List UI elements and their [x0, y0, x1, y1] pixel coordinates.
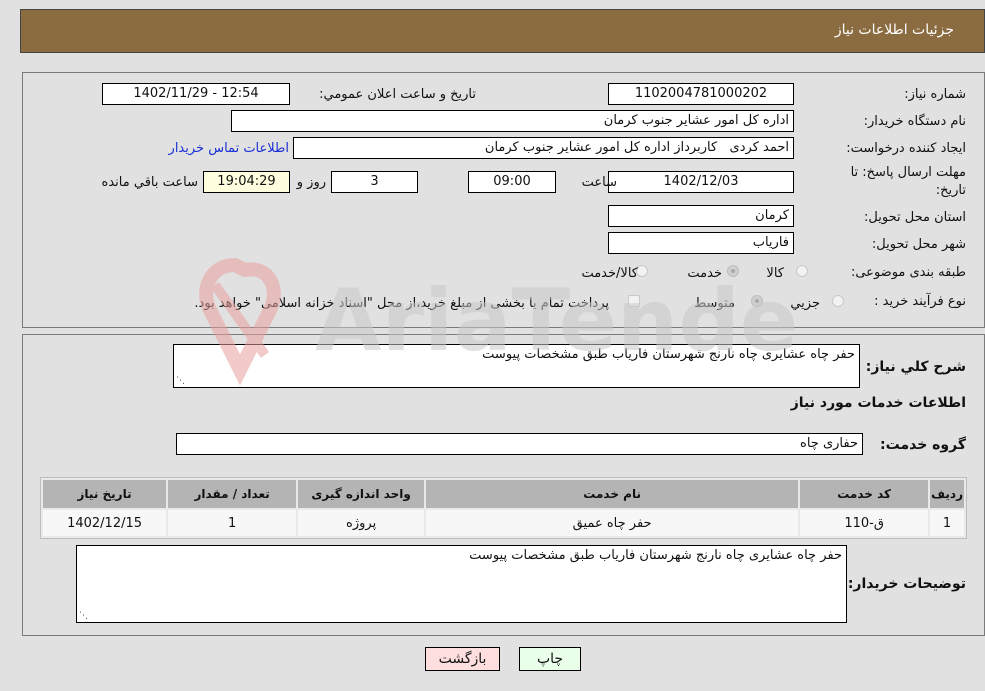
buyer-contact-link[interactable]: اطلاعات تماس خريدار	[169, 141, 289, 156]
city-label: شهر محل تحويل:	[871, 237, 966, 252]
buyer-notes-text: حفر چاه عشایری چاه نارنج شهرستان فاریاب …	[469, 548, 842, 563]
buyer-notes-label: توضيحات خريدار:	[847, 576, 966, 592]
province-field[interactable]: کرمان	[608, 205, 794, 227]
province-label: استان محل تحويل:	[864, 210, 966, 225]
services-panel: شرح کلي نياز: حفر چاه عشایری چاه نارنج ش…	[22, 334, 985, 636]
deadline-time-label: ساعت	[581, 175, 617, 190]
category-service-label: خدمت	[687, 266, 722, 281]
category-service-radio[interactable]	[727, 265, 739, 277]
category-label: طبقه بندی موضوعی:	[850, 265, 966, 280]
city-field[interactable]: فارياب	[608, 232, 794, 254]
cell-unit: پروژه	[298, 510, 425, 536]
cell-service-code: ق-110	[800, 510, 929, 536]
col-header-row-number: رديف	[930, 480, 964, 508]
description-textarea[interactable]: حفر چاه عشایری چاه نارنج شهرستان فاریاب …	[173, 344, 860, 388]
service-group-label: گروه خدمت:	[880, 437, 966, 453]
requester-label: ايجاد کننده درخواست:	[846, 141, 966, 156]
announce-datetime-label: تاریخ و ساعت اعلان عمومي:	[319, 87, 476, 102]
cell-service-name: حفر چاه عمیق	[426, 510, 799, 536]
description-label: شرح کلي نياز:	[865, 359, 966, 375]
treasury-payment-note: پرداخت تمام يا بخشی از مبلغ خريد،از محل …	[194, 296, 609, 311]
deadline-time-field[interactable]: 09:00	[468, 171, 556, 193]
need-number-field[interactable]: 1102004781000202	[608, 83, 794, 105]
cell-row-number: 1	[930, 510, 964, 536]
requester-field[interactable]: احمد کردی کاربرداز اداره کل امور عشایر ج…	[293, 137, 794, 159]
cell-quantity: 1	[168, 510, 297, 536]
purchase-small-radio[interactable]	[832, 295, 844, 307]
deadline-label-line1: مهلت ارسال پاسخ: تا	[850, 165, 966, 180]
remaining-time-field: 19:04:29	[203, 171, 290, 193]
category-goods-radio[interactable]	[796, 265, 808, 277]
service-group-field[interactable]: حفاری چاه	[176, 433, 863, 455]
col-header-need-date: تاريخ نياز	[43, 480, 167, 508]
treasury-payment-checkbox[interactable]	[628, 295, 640, 307]
purchase-small-label: جزيي	[790, 296, 820, 311]
services-section-title: اطلاعات خدمات مورد نياز	[790, 395, 966, 411]
need-number-label: شماره نیاز:	[904, 87, 966, 102]
purchase-medium-radio[interactable]	[751, 295, 763, 307]
buyer-notes-textarea[interactable]: حفر چاه عشایری چاه نارنج شهرستان فاریاب …	[76, 545, 847, 623]
col-header-quantity: تعداد / مقدار	[168, 480, 297, 508]
remaining-days-field[interactable]: 3	[331, 171, 418, 193]
col-header-unit: واحد اندازه گيری	[298, 480, 425, 508]
services-table: رديف کد خدمت نام خدمت واحد اندازه گيری ت…	[40, 477, 967, 539]
purchase-medium-label: متوسط	[694, 296, 735, 311]
days-label: روز و	[296, 175, 326, 190]
category-goods-label: کالا	[766, 266, 784, 281]
buyer-org-label: نام دستگاه خريدار:	[863, 114, 966, 129]
need-details-panel: شماره نیاز: 1102004781000202 تاریخ و ساع…	[22, 72, 985, 328]
purchase-type-label: نوع فرآيند خريد :	[874, 294, 966, 309]
description-text: حفر چاه عشایری چاه نارنج شهرستان فاریاب …	[482, 347, 855, 362]
buyer-org-field[interactable]: اداره کل امور عشایر جنوب کرمان	[231, 110, 794, 132]
cell-need-date: 1402/12/15	[43, 510, 167, 536]
announce-datetime-field[interactable]: 1402/11/29 - 12:54	[102, 83, 290, 105]
page-title: جزئیات اطلاعات نیاز	[834, 22, 954, 38]
resize-grip-icon[interactable]: ⋰	[79, 611, 88, 621]
col-header-service-name: نام خدمت	[426, 480, 799, 508]
table-row: 1 ق-110 حفر چاه عمیق پروژه 1 1402/12/15	[43, 510, 964, 536]
remaining-time-label: ساعت باقي مانده	[101, 175, 198, 190]
deadline-label-line2: تاريخ:	[935, 183, 966, 198]
category-goods-service-label: کالا/خدمت	[581, 266, 638, 281]
deadline-date-field[interactable]: 1402/12/03	[608, 171, 794, 193]
print-button[interactable]: چاپ	[519, 647, 581, 671]
page-header: جزئیات اطلاعات نیاز	[20, 9, 985, 53]
col-header-service-code: کد خدمت	[800, 480, 929, 508]
resize-grip-icon[interactable]: ⋰	[176, 376, 185, 386]
table-header-row: رديف کد خدمت نام خدمت واحد اندازه گيری ت…	[43, 480, 964, 508]
back-button[interactable]: بازگشت	[425, 647, 500, 671]
